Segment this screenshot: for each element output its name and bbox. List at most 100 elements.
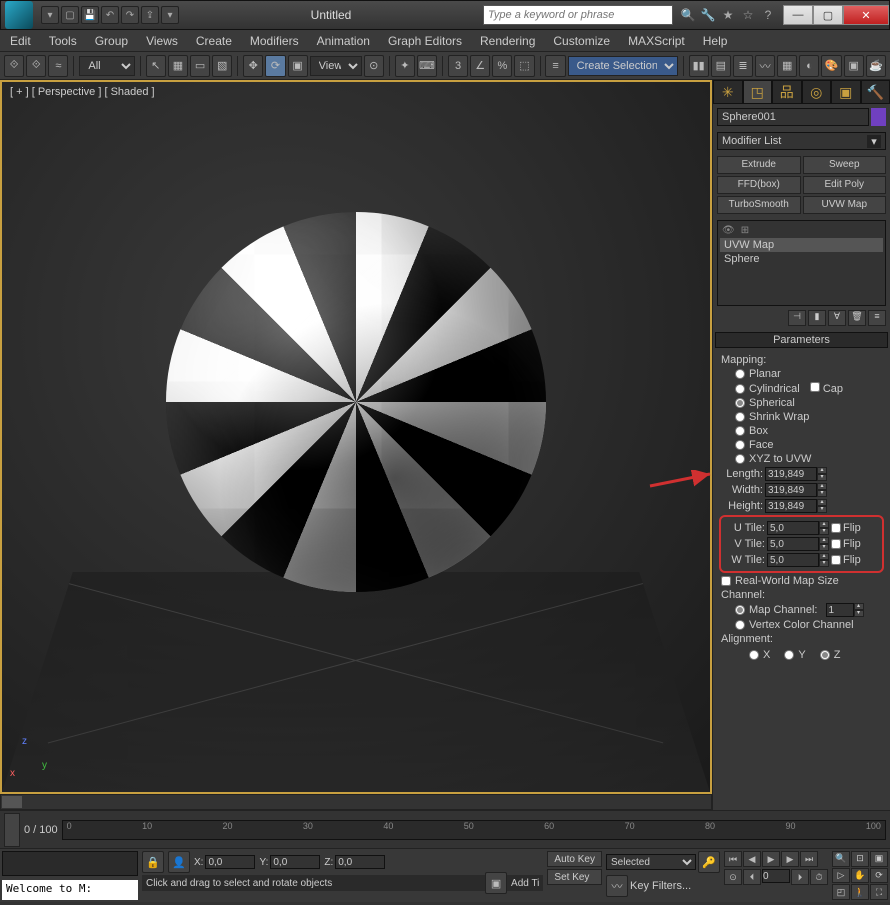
mod-ffdbox-button[interactable]: FFD(box) (717, 176, 801, 194)
snap-icon[interactable]: 3 (448, 55, 468, 77)
menu-modifiers[interactable]: Modifiers (250, 34, 299, 48)
vtile-flip-checkbox[interactable] (831, 539, 841, 549)
key-mode-icon[interactable]: ⊙ (724, 869, 742, 885)
star-icon[interactable]: ★ (719, 6, 737, 24)
sphere-object[interactable] (166, 212, 546, 592)
keyboard-icon[interactable]: ⌨ (417, 55, 437, 77)
mod-uvwmap-button[interactable]: UVW Map (803, 196, 887, 214)
tab-hierarchy-icon[interactable]: 品 (772, 80, 802, 104)
eye-icon[interactable]: 👁 (722, 225, 735, 236)
pan-icon[interactable]: ✋ (851, 868, 869, 884)
next-key-icon[interactable]: ⏵ (791, 869, 809, 885)
binoculars-icon[interactable]: 🔍 (679, 6, 697, 24)
add-time-tag-button[interactable]: Add Ti (511, 878, 539, 889)
menu-tools[interactable]: Tools (49, 34, 77, 48)
ref-coord-system[interactable]: View (310, 56, 362, 76)
key-mode-select[interactable]: Selected (606, 854, 696, 870)
spinner-snap-icon[interactable]: ⬚ (514, 55, 534, 77)
unlink-icon[interactable]: ⟐ (26, 55, 46, 77)
menu-edit[interactable]: Edit (10, 34, 31, 48)
orbit-icon[interactable]: ⟳ (870, 868, 888, 884)
window-cross-icon[interactable]: ▧ (212, 55, 232, 77)
object-color-swatch[interactable] (871, 108, 886, 126)
menu-group[interactable]: Group (95, 34, 128, 48)
spin-up-icon[interactable]: ▴ (817, 467, 827, 474)
qat-link-icon[interactable]: ⇪ (141, 6, 159, 24)
qat-more-icon[interactable]: ▾ (161, 6, 179, 24)
vertex-color-radio[interactable]: Vertex Color Channel (735, 619, 882, 631)
qat-open-icon[interactable]: ▢ (61, 6, 79, 24)
qat-undo-icon[interactable]: ↶ (101, 6, 119, 24)
remove-mod-icon[interactable]: 🗑 (848, 310, 866, 326)
object-name-input[interactable] (717, 108, 869, 126)
qat-redo-icon[interactable]: ↷ (121, 6, 139, 24)
pin-icon[interactable]: ⊞ (741, 225, 749, 236)
wrench-icon[interactable]: 🔧 (699, 6, 717, 24)
keyfilters-button[interactable]: Key Filters... (630, 880, 720, 892)
prev-key-icon[interactable]: ⏴ (743, 869, 761, 885)
schematic-icon[interactable]: ▦ (777, 55, 797, 77)
mod-editpoly-button[interactable]: Edit Poly (803, 176, 887, 194)
menu-create[interactable]: Create (196, 34, 232, 48)
menu-help[interactable]: Help (703, 34, 728, 48)
tab-utilities-icon[interactable]: 🔨 (861, 80, 890, 104)
map-channel-input[interactable] (826, 603, 854, 617)
percent-snap-icon[interactable]: % (492, 55, 512, 77)
pin-stack-icon[interactable]: ⊣ (788, 310, 806, 326)
favorite-icon[interactable]: ☆ (739, 6, 757, 24)
link-icon[interactable]: ⟐ (4, 55, 24, 77)
time-config-icon[interactable]: ⏱ (810, 869, 828, 885)
qat-save-icon[interactable]: 💾 (81, 6, 99, 24)
stack-item-sphere[interactable]: Sphere (720, 252, 883, 266)
setkey-button[interactable]: Set Key (547, 869, 602, 885)
menu-rendering[interactable]: Rendering (480, 34, 535, 48)
prev-frame-icon[interactable]: ◀ (743, 851, 761, 867)
vtile-input[interactable] (767, 537, 819, 551)
layers-icon[interactable]: ≣ (733, 55, 753, 77)
rect-select-icon[interactable]: ▭ (190, 55, 210, 77)
sel-lock-icon[interactable]: 👤 (168, 851, 190, 873)
select-name-icon[interactable]: ▦ (168, 55, 188, 77)
rollout-header[interactable]: Parameters (715, 332, 888, 348)
length-input[interactable] (765, 467, 817, 481)
utile-input[interactable] (767, 521, 819, 535)
key-inout-icon[interactable]: 〰 (606, 875, 628, 897)
trackbar[interactable] (2, 851, 138, 876)
zoom-ext-icon[interactable]: ▣ (870, 851, 888, 867)
mod-sweep-button[interactable]: Sweep (803, 156, 887, 174)
render-icon[interactable]: ☕ (866, 55, 886, 77)
next-frame-icon[interactable]: ▶ (781, 851, 799, 867)
scale-icon[interactable]: ▣ (288, 55, 308, 77)
make-unique-icon[interactable]: ∀ (828, 310, 846, 326)
mapping-xyz[interactable]: XYZ to UVW (735, 453, 882, 465)
configure-icon[interactable]: ≡ (868, 310, 886, 326)
tab-create-icon[interactable]: ✳ (713, 80, 743, 104)
select-icon[interactable]: ↖ (146, 55, 166, 77)
y-coord-input[interactable] (270, 855, 320, 869)
selection-filter[interactable]: All (79, 56, 134, 76)
maximize-button[interactable]: ▢ (813, 5, 843, 25)
angle-snap-icon[interactable]: ∠ (470, 55, 490, 77)
tab-display-icon[interactable]: ▣ (831, 80, 861, 104)
utile-flip-checkbox[interactable] (831, 523, 841, 533)
menu-views[interactable]: Views (146, 34, 178, 48)
current-frame-input[interactable] (762, 869, 790, 883)
goto-start-icon[interactable]: ⏮ (724, 851, 742, 867)
autokey-button[interactable]: Auto Key (547, 851, 602, 867)
mapping-spherical[interactable]: Spherical (735, 397, 882, 409)
menu-animation[interactable]: Animation (317, 34, 370, 48)
align-y[interactable]: Y (784, 649, 805, 661)
x-coord-input[interactable] (205, 855, 255, 869)
mapping-face[interactable]: Face (735, 439, 882, 451)
minimize-button[interactable]: — (783, 5, 813, 25)
menu-grapheditors[interactable]: Graph Editors (388, 34, 462, 48)
map-channel-radio[interactable]: Map Channel: ▴▾ (735, 603, 882, 617)
time-slider[interactable] (4, 813, 20, 847)
curve-ed-icon[interactable]: 〰 (755, 55, 775, 77)
spin-down-icon[interactable]: ▾ (817, 474, 827, 481)
zoom-all-icon[interactable]: ⊡ (851, 851, 869, 867)
manip-icon[interactable]: ✦ (395, 55, 415, 77)
mirror-icon[interactable]: ▮▮ (689, 55, 709, 77)
help-search-input[interactable] (483, 5, 673, 25)
show-end-icon[interactable]: ▮ (808, 310, 826, 326)
